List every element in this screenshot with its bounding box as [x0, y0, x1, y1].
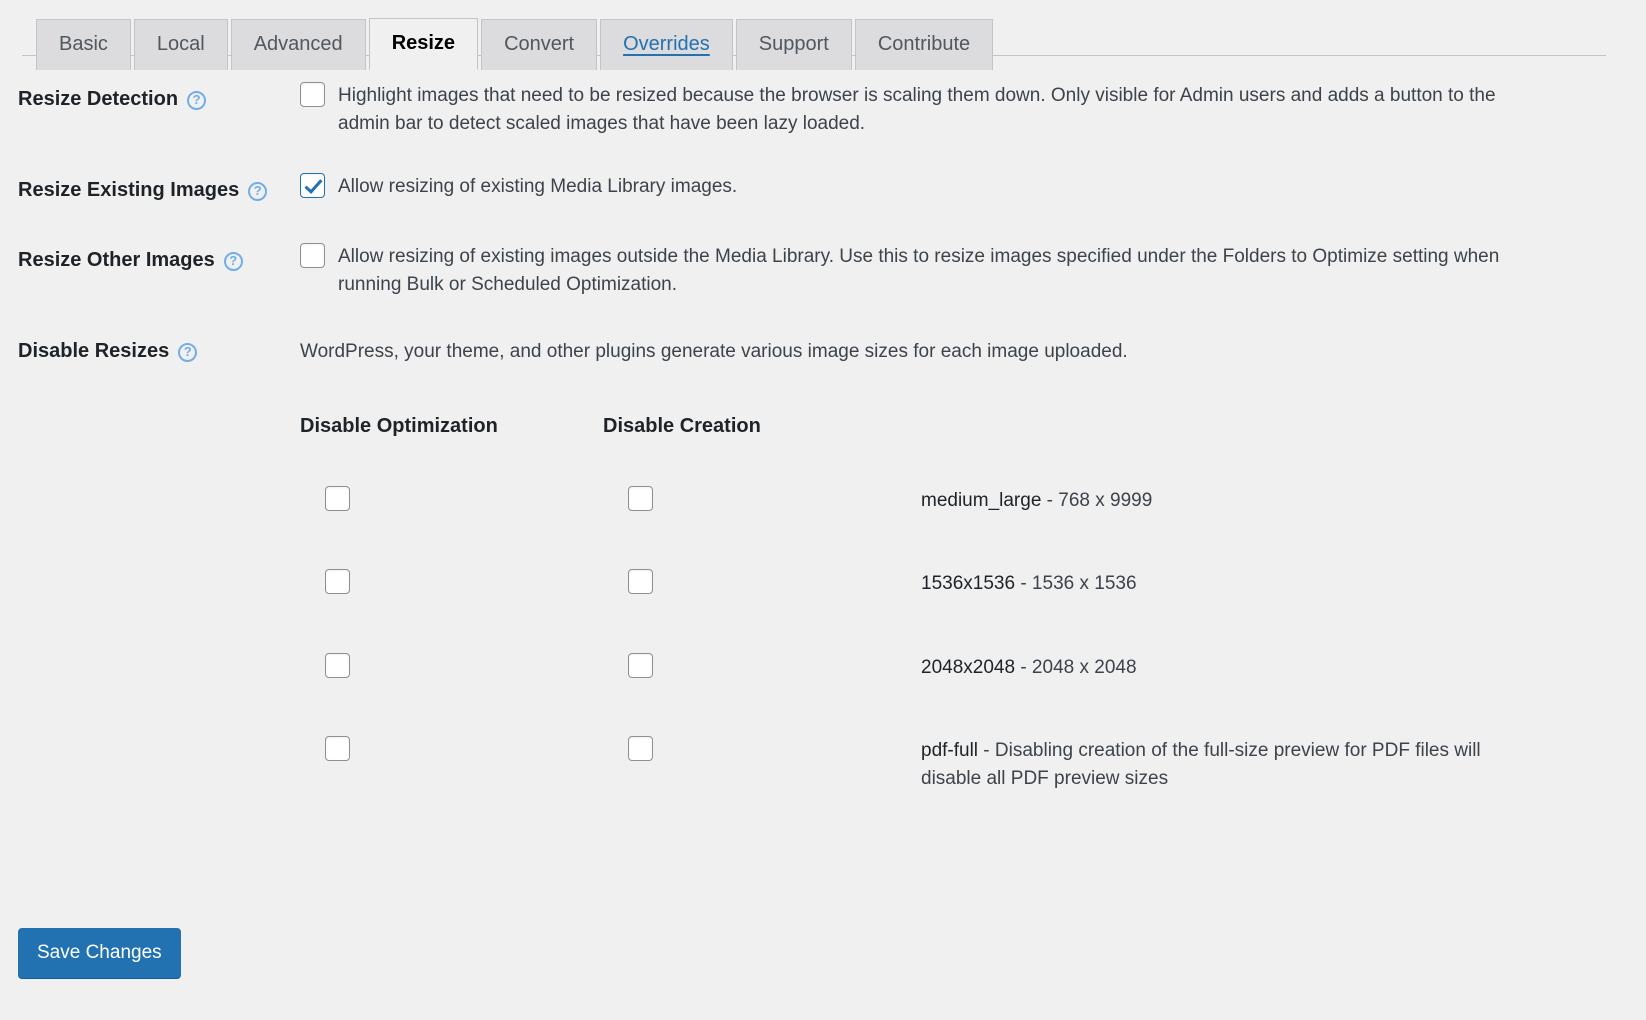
tab-support[interactable]: Support	[736, 19, 852, 70]
label-text: Disable Resizes	[18, 338, 169, 364]
submit-area: Save Changes	[18, 928, 181, 978]
tab-advanced[interactable]: Advanced	[231, 19, 366, 70]
size-name-text: 1536x1536	[921, 573, 1015, 594]
help-icon[interactable]: ?	[178, 343, 197, 362]
cell-disable-creation	[603, 569, 921, 603]
help-icon[interactable]: ?	[187, 91, 206, 110]
table-row: medium_large - 768 x 9999	[300, 486, 1505, 520]
checkbox-disable-creation-medium-large[interactable]	[628, 486, 653, 511]
column-header-disable-creation: Disable Creation	[603, 412, 921, 441]
setting-row-disable-resizes: Disable Resizes ? WordPress, your theme,…	[0, 316, 1646, 810]
cell-disable-optimization	[300, 736, 603, 770]
cell-disable-creation	[603, 736, 921, 770]
checkbox-resize-detection[interactable]	[300, 82, 325, 107]
table-row: 1536x1536 - 1536 x 1536	[300, 569, 1505, 603]
field-resize-existing-images: Allow resizing of existing Media Library…	[300, 155, 1646, 225]
disable-resizes-intro: WordPress, your theme, and other plugins…	[300, 338, 1505, 366]
setting-row-resize-detection: Resize Detection ? Highlight images that…	[0, 64, 1646, 155]
size-name-text: 2048x2048	[921, 657, 1015, 678]
checkbox-disable-creation-2048x2048[interactable]	[628, 653, 653, 678]
setting-row-resize-existing-images: Resize Existing Images ? Allow resizing …	[0, 155, 1646, 225]
cell-size-name: pdf-full - Disabling creation of the ful…	[921, 736, 1501, 792]
help-icon[interactable]: ?	[248, 182, 267, 201]
description-resize-existing-images[interactable]: Allow resizing of existing Media Library…	[338, 173, 737, 201]
description-resize-other-images[interactable]: Allow resizing of existing images outsid…	[338, 243, 1543, 298]
field-disable-resizes: WordPress, your theme, and other plugins…	[300, 316, 1646, 810]
grid-body: medium_large - 768 x 9999 1536x1536 - 15…	[300, 486, 1505, 793]
setting-row-resize-other-images: Resize Other Images ? Allow resizing of …	[0, 225, 1646, 316]
checkbox-resize-existing-images[interactable]	[300, 173, 325, 198]
size-detail-text: - 768 x 9999	[1041, 490, 1152, 511]
tab-overrides[interactable]: Overrides	[600, 19, 733, 70]
size-detail-text: - 2048 x 2048	[1015, 657, 1136, 678]
checkbox-disable-creation-pdf-full[interactable]	[628, 736, 653, 761]
label-text: Resize Detection	[18, 86, 178, 112]
table-row: pdf-full - Disabling creation of the ful…	[300, 736, 1505, 792]
settings-tab-bar: BasicLocalAdvancedResizeConvertOverrides…	[0, 0, 1646, 56]
resize-settings-table: Resize Detection ? Highlight images that…	[0, 64, 1646, 810]
cell-disable-creation	[603, 653, 921, 687]
checkbox-disable-optimization-medium-large[interactable]	[325, 486, 350, 511]
tab-convert[interactable]: Convert	[481, 19, 597, 70]
tab-resize[interactable]: Resize	[369, 18, 478, 70]
save-changes-button[interactable]: Save Changes	[18, 928, 181, 978]
field-resize-detection: Highlight images that need to be resized…	[300, 64, 1646, 155]
cell-size-name: 1536x1536 - 1536 x 1536	[921, 569, 1501, 598]
label-resize-other-images: Resize Other Images ?	[0, 225, 300, 316]
table-row: 2048x2048 - 2048 x 2048	[300, 653, 1505, 687]
grid-header-row: Disable Optimization Disable Creation	[300, 412, 1505, 441]
size-name-text: medium_large	[921, 490, 1041, 511]
field-resize-other-images: Allow resizing of existing images outsid…	[300, 225, 1646, 316]
size-detail-text: - 1536 x 1536	[1015, 573, 1136, 594]
cell-disable-creation	[603, 486, 921, 520]
label-disable-resizes: Disable Resizes ?	[0, 316, 300, 810]
checkbox-disable-optimization-pdf-full[interactable]	[325, 736, 350, 761]
cell-size-name: medium_large - 768 x 9999	[921, 486, 1501, 515]
checkbox-disable-creation-1536x1536[interactable]	[628, 569, 653, 594]
tab-contribute[interactable]: Contribute	[855, 19, 993, 70]
tab-basic[interactable]: Basic	[36, 19, 131, 70]
label-resize-existing-images: Resize Existing Images ?	[0, 155, 300, 225]
size-detail-text: - Disabling creation of the full-size pr…	[921, 740, 1481, 789]
checkbox-resize-other-images[interactable]	[300, 243, 325, 268]
description-resize-detection[interactable]: Highlight images that need to be resized…	[338, 82, 1543, 137]
label-text: Resize Existing Images	[18, 177, 239, 203]
tab-local[interactable]: Local	[134, 19, 228, 70]
disable-resizes-grid: Disable Optimization Disable Creation	[300, 412, 1505, 793]
size-name-text: pdf-full	[921, 740, 978, 761]
label-text: Resize Other Images	[18, 247, 215, 273]
checkbox-disable-optimization-2048x2048[interactable]	[325, 653, 350, 678]
cell-disable-optimization	[300, 486, 603, 520]
cell-size-name: 2048x2048 - 2048 x 2048	[921, 653, 1501, 682]
checkbox-disable-optimization-1536x1536[interactable]	[325, 569, 350, 594]
cell-disable-optimization	[300, 569, 603, 603]
cell-disable-optimization	[300, 653, 603, 687]
column-header-disable-optimization: Disable Optimization	[300, 412, 603, 441]
help-icon[interactable]: ?	[224, 252, 243, 271]
label-resize-detection: Resize Detection ?	[0, 64, 300, 155]
